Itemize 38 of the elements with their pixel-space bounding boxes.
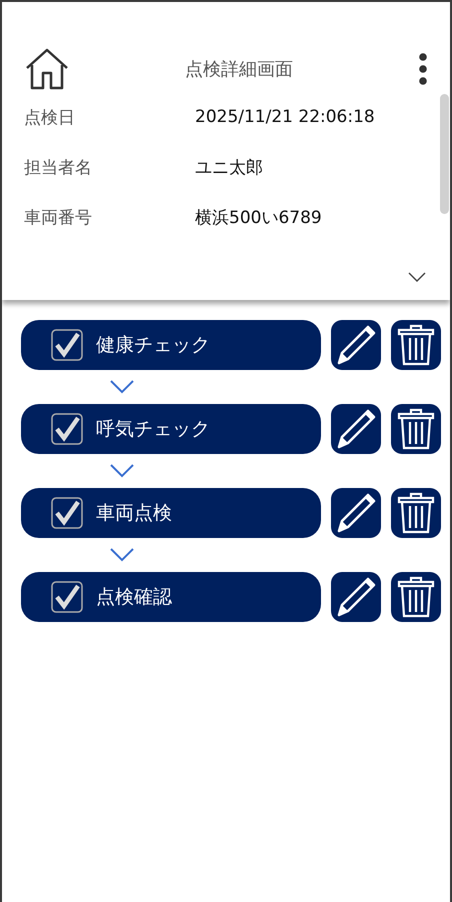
step-item[interactable]: 呼気チェック bbox=[21, 404, 321, 454]
checkbox[interactable] bbox=[51, 497, 83, 529]
trash-icon bbox=[396, 576, 436, 618]
checkbox[interactable] bbox=[51, 329, 83, 361]
trash-icon bbox=[396, 492, 436, 534]
edit-button[interactable] bbox=[331, 572, 381, 622]
step-item[interactable]: 点検確認 bbox=[21, 572, 321, 622]
edit-button[interactable] bbox=[331, 320, 381, 370]
chevron-down-icon bbox=[110, 548, 134, 562]
step-item[interactable]: 車両点検 bbox=[21, 488, 321, 538]
more-menu-icon[interactable] bbox=[418, 53, 428, 85]
trash-icon bbox=[396, 324, 436, 366]
step-item[interactable]: 健康チェック bbox=[21, 320, 321, 370]
detail-label: 車両番号 bbox=[24, 206, 93, 228]
edit-button[interactable] bbox=[331, 488, 381, 538]
screen-title: 点検詳細画面 bbox=[184, 58, 294, 81]
delete-button[interactable] bbox=[391, 488, 441, 538]
trash-icon bbox=[396, 408, 436, 450]
step-label: 車両点検 bbox=[96, 501, 172, 526]
delete-button[interactable] bbox=[391, 320, 441, 370]
step-label: 点検確認 bbox=[96, 585, 172, 610]
chevron-down-icon bbox=[110, 464, 134, 478]
step-label: 呼気チェック bbox=[96, 417, 210, 442]
home-icon[interactable] bbox=[24, 48, 70, 90]
scrollbar[interactable] bbox=[440, 94, 449, 214]
detail-value: 横浜500い6789 bbox=[195, 206, 322, 228]
detail-label: 点検日 bbox=[24, 106, 76, 128]
checkbox[interactable] bbox=[51, 581, 83, 613]
edit-button[interactable] bbox=[331, 404, 381, 454]
step-label: 健康チェック bbox=[96, 333, 210, 358]
delete-button[interactable] bbox=[391, 404, 441, 454]
detail-label: 担当者名 bbox=[24, 156, 93, 178]
chevron-down-icon[interactable] bbox=[408, 272, 426, 282]
chevron-down-icon bbox=[110, 380, 134, 394]
detail-value: 2025/11/21 22:06:18 bbox=[195, 107, 375, 127]
detail-value: ユニ太郎 bbox=[195, 156, 263, 178]
checkbox[interactable] bbox=[51, 413, 83, 445]
delete-button[interactable] bbox=[391, 572, 441, 622]
